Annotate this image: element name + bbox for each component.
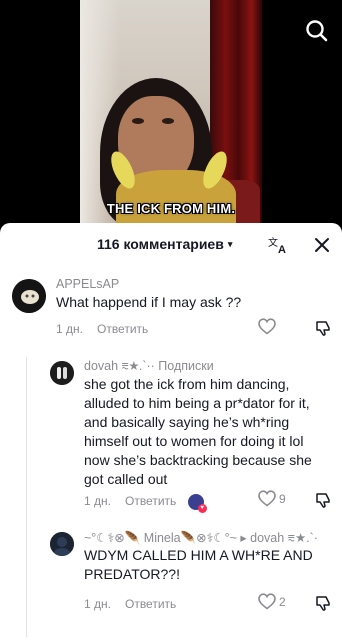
heart-icon [258,593,276,610]
comments-sheet: 116 комментариев ▾ 文 A APPELsAP What hap… [0,223,342,640]
avatar[interactable] [50,532,74,556]
creator-liked-avatar: ♥ [187,494,207,513]
dislike-icon [316,596,330,611]
comment-text: WDYM CALLED HIM A WH*RE AND PREDATOR??! [84,547,313,582]
like-button[interactable]: 9 [258,490,286,507]
video-caption: THE ICK FROM HIM. [106,201,236,216]
comment-count-label: 116 комментариев [97,236,224,252]
dislike-icon [316,493,330,508]
close-icon [315,238,329,252]
avatar[interactable] [50,361,74,385]
comment-age: 1 дн. [84,494,111,509]
comment-username[interactable]: dovah ⩳★.`·· Подписки [84,359,214,374]
comment-item: APPELsAP What happend if I may ask ?? 1 … [0,275,342,345]
heart-icon [258,490,276,507]
heart-icon [258,318,276,335]
video-player[interactable]: THE ICK FROM HIM. [0,0,342,230]
reply-button[interactable]: Ответить [97,322,148,336]
tiktok-comments-screen: THE ICK FROM HIM. 116 комментариев ▾ 文 A [0,0,342,640]
reply-button[interactable]: Ответить [125,597,176,611]
like-button[interactable]: 2 [258,593,286,610]
video-person-eye [132,118,144,124]
comment-item: ~°☾⚕⊗🪶 Minela🪶⊗⚕☾°~ ▸ dovah ⩳★.`· WDYM C… [0,528,342,618]
comment-username[interactable]: ~°☾⚕⊗🪶 Minela🪶⊗⚕☾°~ ▸ dovah ⩳★.`· [84,530,336,546]
dislike-button[interactable] [314,594,332,612]
like-count: 2 [279,594,286,609]
avatar-image [12,279,46,313]
comments-header: 116 комментариев ▾ 文 A [0,223,342,267]
comment-username[interactable]: APPELsAP [56,277,119,291]
close-button[interactable] [313,236,331,254]
video-frame [80,0,262,230]
comment-count-sort[interactable]: 116 комментариев ▾ [97,236,232,252]
comment-text: she got the ick from him dancing, allude… [84,376,312,487]
comment-age: 1 дн. [84,597,111,611]
search-icon [306,20,328,42]
comment-meta: 1 дн. Ответить [84,597,176,611]
heart-icon: ♥ [197,504,207,513]
translate-icon: 文 A [268,236,286,256]
like-count: 9 [279,491,286,506]
avatar-image [50,361,74,385]
chevron-down-icon: ▾ [227,238,233,249]
comment-text: What happend if I may ask ?? [56,294,242,310]
avatar-image [50,532,74,556]
reply-button[interactable]: Ответить [125,494,176,508]
svg-text:A: A [278,244,286,255]
dislike-button[interactable] [314,319,332,337]
search-button[interactable] [304,18,330,44]
comment-age: 1 дн. [56,322,83,336]
dislike-button[interactable] [314,491,332,509]
translate-button[interactable]: 文 A [268,235,290,256]
comment-item: dovah ⩳★.`·· Подписки she got the ick fr… [0,357,342,517]
dislike-icon [316,321,330,336]
svg-text:文: 文 [268,236,278,249]
video-person-eye [162,118,174,124]
like-button[interactable] [258,318,279,335]
comment-meta: 1 дн. Ответить [56,322,148,336]
avatar[interactable] [12,279,46,313]
comment-meta: 1 дн. Ответить ♥ [84,494,207,513]
